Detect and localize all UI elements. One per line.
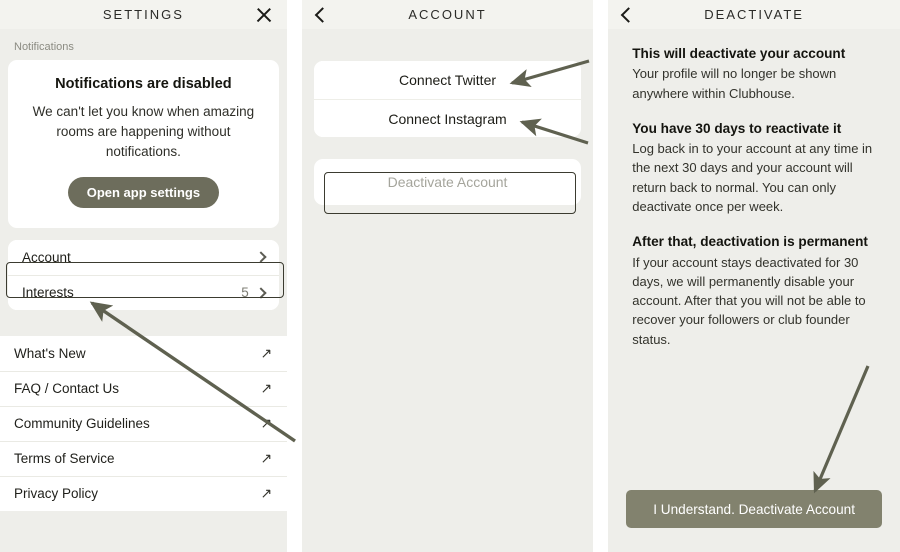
external-link-icon: ↗ — [260, 380, 273, 397]
connect-accounts-card: Connect Twitter Connect Instagram — [313, 61, 582, 137]
account-settings-group: Account Interests 5 — [8, 239, 279, 310]
settings-panel: SETTINGS Notifications Notifications are… — [0, 0, 287, 552]
notifications-disabled-card: Notifications are disabled We can't let … — [8, 60, 279, 228]
settings-row-whats-new-label: What's New — [14, 345, 86, 361]
settings-row-terms-of-service-label: Terms of Service — [14, 451, 115, 467]
deactivate-body-2: Log back in to your account at any time … — [632, 141, 873, 214]
page-title: DEACTIVATE — [704, 7, 804, 22]
deactivate-heading-3: After that, deactivation is permanent — [632, 234, 868, 250]
settings-row-account[interactable]: Account — [8, 239, 279, 275]
deactivate-info-content: This will deactivate your account Your p… — [608, 29, 900, 349]
section-label-notifications: Notifications — [14, 41, 74, 53]
panel-divider-1 — [286, 0, 302, 552]
external-link-icon: ↗ — [260, 450, 273, 467]
page-title: SETTINGS — [102, 7, 184, 22]
deactivate-account-button[interactable]: Deactivate Account — [314, 167, 582, 197]
connect-twitter-row[interactable]: Connect Twitter — [313, 61, 582, 99]
connect-instagram-row[interactable]: Connect Instagram — [313, 99, 582, 137]
chevron-left-icon[interactable] — [314, 8, 327, 21]
group-spacer — [0, 309, 287, 336]
account-nav-bar: ACCOUNT — [301, 0, 594, 29]
external-link-icon: ↗ — [260, 344, 273, 361]
settings-nav-bar: SETTINGS — [0, 0, 287, 29]
settings-row-interests-label: Interests — [22, 285, 74, 301]
settings-row-terms-of-service[interactable]: Terms of Service ↗ — [0, 440, 287, 476]
external-link-icon: ↗ — [260, 485, 273, 502]
settings-row-faq-label: FAQ / Contact Us — [14, 381, 120, 397]
panel-divider-2 — [593, 0, 609, 552]
settings-row-account-label: Account — [22, 249, 71, 265]
confirm-deactivate-button[interactable]: I Understand. Deactivate Account — [626, 490, 882, 528]
settings-row-community-guidelines-label: Community Guidelines — [14, 416, 150, 432]
chevron-right-icon — [255, 251, 267, 264]
deactivate-nav-bar: DEACTIVATE — [608, 0, 900, 29]
close-icon[interactable] — [255, 6, 273, 24]
external-link-icon: ↗ — [260, 415, 273, 432]
settings-row-privacy-policy[interactable]: Privacy Policy ↗ — [0, 475, 287, 511]
settings-row-interests[interactable]: Interests 5 — [8, 274, 279, 310]
settings-row-interests-value: 5 — [241, 285, 249, 301]
links-group: What's New ↗ FAQ / Contact Us ↗ Communit… — [0, 335, 287, 511]
page-title: ACCOUNT — [408, 7, 487, 22]
deactivate-account-card: Deactivate Account — [313, 159, 582, 205]
deactivate-body-3: If your account stays deactivated for 30… — [632, 254, 866, 347]
notifications-card-body: We can't let you know when amazing rooms… — [32, 104, 255, 159]
deactivate-heading-2: You have 30 days to reactivate it — [632, 120, 842, 136]
deactivate-panel: DEACTIVATE This will deactivate your acc… — [608, 0, 900, 552]
settings-row-faq[interactable]: FAQ / Contact Us ↗ — [0, 370, 287, 406]
chevron-left-icon[interactable] — [620, 8, 633, 21]
settings-row-community-guidelines[interactable]: Community Guidelines ↗ — [0, 405, 287, 441]
settings-row-whats-new[interactable]: What's New ↗ — [0, 335, 287, 371]
chevron-right-icon — [255, 287, 267, 299]
settings-row-privacy-policy-label: Privacy Policy — [14, 486, 99, 502]
deactivate-body-1: Your profile will no longer be shown any… — [632, 66, 837, 101]
three-panel-screenshot: SETTINGS Notifications Notifications are… — [0, 0, 900, 552]
account-panel: ACCOUNT Connect Twitter Connect Instagra… — [301, 0, 594, 552]
open-app-settings-button[interactable]: Open app settings — [67, 176, 220, 208]
notifications-card-title: Notifications are disabled — [55, 76, 232, 92]
deactivate-heading-1: This will deactivate your account — [632, 46, 846, 61]
